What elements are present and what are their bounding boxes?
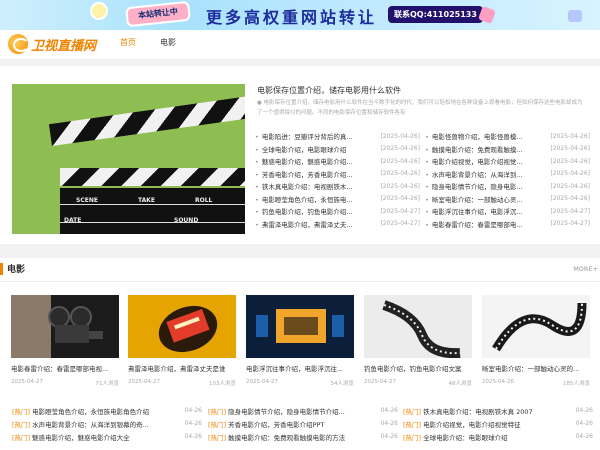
list-item[interactable]: 电影瞪莹角色介绍，永恒族电...[2025-04-26] [255, 193, 420, 206]
logo-text: 卫视直播网 [31, 38, 97, 54]
section-header: 电影 MORE+ [0, 258, 600, 282]
list-item[interactable]: 全球电影介绍，电影眼球介绍[2025-04-26] [255, 143, 420, 156]
sale-sticker-text: 本站转让中 [137, 6, 179, 21]
banner-contact[interactable]: 联系QQ:411025133 [388, 6, 483, 23]
list-item[interactable]: [热门] 电影瞪莹角色介绍，永恒族电影角色介绍 04-26 [12, 404, 202, 417]
list-item[interactable]: [热门] 铁木真电影介绍：电视剧铁木真 2007 04-26 [403, 404, 593, 417]
card-title[interactable]: 弗雷泽电影介绍，弗雷泽丈夫是谁 [128, 363, 236, 373]
news-list-left: 电影陷进：豆瓣评分背后的真...[2025-04-26] 全球电影介绍，电影眼球… [255, 130, 420, 230]
list-item[interactable]: [热门] 全球电影介绍：电影眼球介绍 04-26 [403, 430, 593, 443]
site-logo[interactable]: 卫视直播网 [8, 34, 96, 54]
banner-headline: 更多高权重网站转让 [206, 8, 378, 27]
card-title[interactable]: 电影春雷介绍：春雷是哪部电视... [11, 363, 119, 373]
movie-card[interactable]: 电影春雷介绍：春雷是哪部电视... 2025-04-27 71人浏览 [11, 295, 119, 387]
featured-image[interactable]: SCENE TAKE ROLL DATE SOUND [12, 84, 245, 234]
hot-list-col: [热门] 电影瞪莹角色介绍，永恒族电影角色介绍 04-26 [热门] 水声电影背景介绍… [12, 404, 202, 443]
ad-banner[interactable]: 本站转让中 更多高权重网站转让 联系QQ:411025133 [0, 0, 600, 30]
list-item[interactable]: 电影介绍视觉，电影介绍视觉...[2025-04-26] [425, 155, 590, 168]
list-item[interactable]: 电影春雷介绍：春雷是哪部电...[2025-04-27] [425, 218, 590, 231]
list-item[interactable]: 魅惑电影介绍，魅惑电影介绍...[2025-04-26] [255, 155, 420, 168]
movie-card[interactable]: 电影浮沉往事介绍，电影浮沉往... 2025-04-27 54人浏览 [246, 295, 354, 387]
box-decoration-icon [568, 10, 582, 22]
main-nav: 首页 电影 [113, 30, 193, 60]
clapper-label: SCENE [76, 197, 98, 204]
featured-block: SCENE TAKE ROLL DATE SOUND 电影保存位置介绍，储存电影… [0, 66, 600, 244]
clapper-label: DATE [64, 217, 82, 224]
list-item[interactable]: 钓鱼电影介绍，钓鱼电影介绍...[2025-04-27] [255, 205, 420, 218]
clapper-stick-shape [48, 96, 245, 146]
movie-card[interactable]: 弗雷泽电影介绍，弗雷泽丈夫是谁 2025-04-27 103人浏览 [128, 295, 236, 387]
card-meta: 2025-04-26 185人浏览 [482, 379, 590, 387]
list-item[interactable]: [热门] 水声电影背景介绍：从海洋到银幕的奇... 04-26 [12, 417, 202, 430]
news-list-right: 电影怪兽物介绍，电影怪兽模...[2025-04-26] 触摸电影介绍：免费观看… [425, 130, 590, 230]
list-item[interactable]: 触摸电影介绍：免费观看触摸...[2025-04-26] [425, 143, 590, 156]
card-meta: 2025-04-27 48人浏览 [364, 379, 472, 387]
movie-thumbnail[interactable] [482, 295, 590, 358]
clapper-label: ROLL [195, 197, 213, 204]
list-item[interactable]: 水声电影背景介绍：从海洋到...[2025-04-26] [425, 168, 590, 181]
list-item[interactable]: [热门] 魅惑电影介绍，魅惑电影介绍大全 04-26 [12, 430, 202, 443]
more-link[interactable]: MORE+ [573, 265, 598, 273]
card-title[interactable]: 电影浮沉往事介绍，电影浮沉往... [246, 363, 354, 373]
site-header: 卫视直播网 首页 电影 [0, 30, 600, 60]
list-item[interactable]: [热门] 芳香电影介绍，芳香电影介绍PPT 04-26 [208, 417, 398, 430]
featured-description: ● 电影保存位置介绍，储存电影用什么软件在当今数字化的时代，我们可以轻松地在各种… [257, 100, 583, 116]
card-meta: 2025-04-27 54人浏览 [246, 379, 354, 387]
section-accent-bar [0, 263, 3, 275]
card-title[interactable]: 晰室电影介绍：一部触动心灵的... [482, 363, 590, 373]
movie-card[interactable]: 晰室电影介绍：一部触动心灵的... 2025-04-26 185人浏览 [482, 295, 590, 387]
list-item[interactable]: [热门] 触摸电影介绍：免费观看触摸电影的方法 04-26 [208, 430, 398, 443]
clapper-label: TAKE [138, 197, 156, 204]
featured-title[interactable]: 电影保存位置介绍，储存电影用什么软件 [257, 85, 401, 96]
logo-icon [8, 34, 29, 54]
card-title[interactable]: 钓鱼电影介绍，钓鱼电影介绍文案 [364, 363, 472, 373]
list-item[interactable]: 晰室电影介绍：一部触动心灵...[2025-04-26] [425, 193, 590, 206]
movie-thumbnail[interactable] [128, 295, 236, 358]
movie-thumbnail[interactable] [11, 295, 119, 358]
nav-movies[interactable]: 电影 [153, 30, 183, 60]
list-item[interactable]: [热门] 电影介绍视觉，电影介绍视觉特征 04-26 [403, 417, 593, 430]
list-item[interactable]: 铁木真电影介绍：电视剧铁木...[2025-04-26] [255, 180, 420, 193]
movie-thumbnail[interactable] [246, 295, 354, 358]
list-item[interactable]: 电影陷进：豆瓣评分背后的真...[2025-04-26] [255, 130, 420, 143]
list-item[interactable]: [热门] 隐身电影情节介绍，隐身电影情节介绍... 04-26 [208, 404, 398, 417]
clapper-label: SOUND [174, 217, 199, 224]
sun-decoration-icon [90, 2, 108, 20]
clapper-band-shape [60, 168, 245, 186]
movie-thumbnail[interactable] [364, 295, 472, 358]
hot-list: [热门] 电影瞪莹角色介绍，永恒族电影角色介绍 04-26 [热门] 水声电影背景介绍… [0, 394, 600, 450]
nav-home[interactable]: 首页 [113, 30, 143, 60]
list-item[interactable]: 隐身电影情节介绍，隐身电影...[2025-04-26] [425, 180, 590, 193]
list-item[interactable]: 电影怪兽物介绍，电影怪兽模...[2025-04-26] [425, 130, 590, 143]
movie-card[interactable]: 钓鱼电影介绍，钓鱼电影介绍文案 2025-04-27 48人浏览 [364, 295, 472, 387]
clapperboard-shape [60, 188, 245, 234]
list-item[interactable]: 电影浮沉往事介绍，电影浮沉...[2025-04-27] [425, 205, 590, 218]
movie-card-grid: 电影春雷介绍：春雷是哪部电视... 2025-04-27 71人浏览 弗雷泽电影介… [0, 282, 600, 394]
card-meta: 2025-04-27 103人浏览 [128, 379, 236, 387]
card-meta: 2025-04-27 71人浏览 [11, 379, 119, 387]
list-item[interactable]: 弗雷泽电影介绍，弗雷泽丈夫...[2025-04-27] [255, 218, 420, 231]
hot-list-col: [热门] 铁木真电影介绍：电视剧铁木真 2007 04-26 [热门] 电影介绍视觉，… [403, 404, 593, 443]
list-item[interactable]: 芳香电影介绍，芳香电影介绍...[2025-04-26] [255, 168, 420, 181]
hot-list-col: [热门] 隐身电影情节介绍，隐身电影情节介绍... 04-26 [热门] 芳香电影介绍… [208, 404, 398, 443]
section-title: 电影 [7, 265, 26, 275]
sale-sticker: 本站转让中 [125, 0, 191, 28]
